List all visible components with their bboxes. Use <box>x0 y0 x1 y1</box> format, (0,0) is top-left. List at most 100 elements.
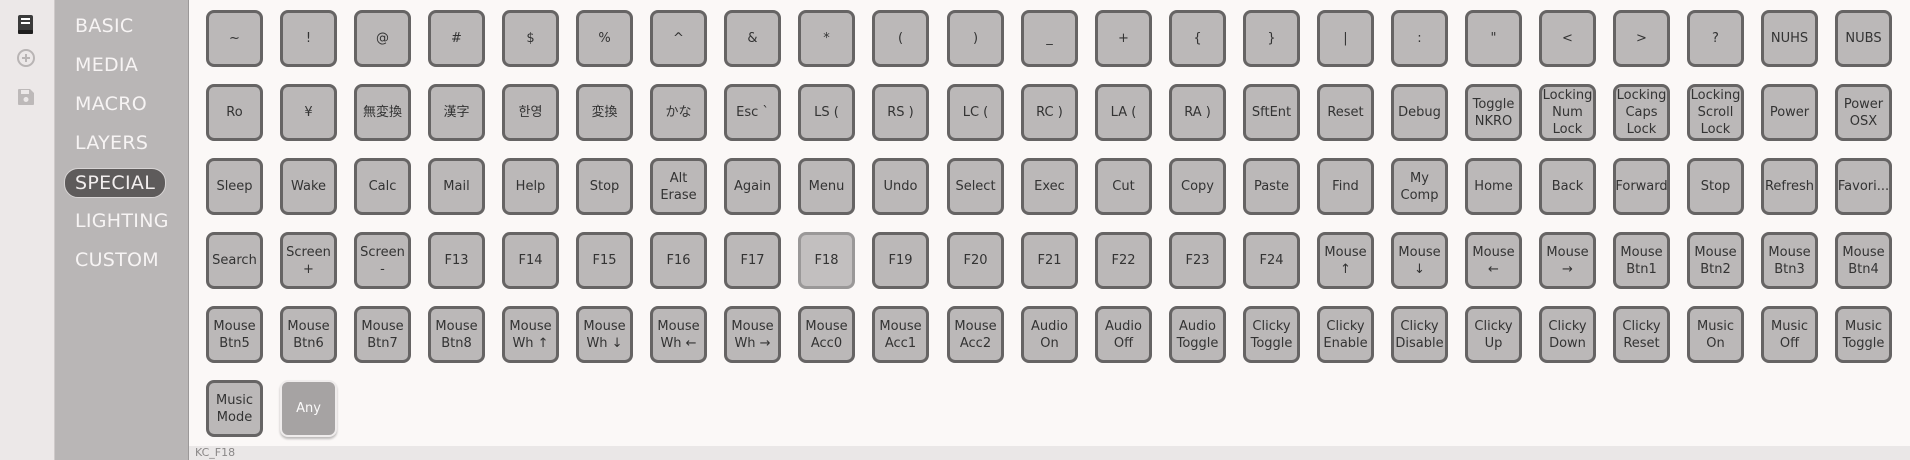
category-basic[interactable]: BASIC <box>65 12 143 40</box>
key-ro[interactable]: Ro <box>206 84 263 141</box>
key-mouse-wh-↓[interactable]: Mouse Wh ↓ <box>576 306 633 363</box>
key-f23[interactable]: F23 <box>1169 232 1226 289</box>
key-^[interactable]: ^ <box>650 10 707 67</box>
key-f22[interactable]: F22 <box>1095 232 1152 289</box>
key-変換[interactable]: 変換 <box>576 84 633 141</box>
category-special[interactable]: SPECIAL <box>64 168 167 198</box>
category-macro[interactable]: MACRO <box>65 90 157 118</box>
key-audio-toggle[interactable]: Audio Toggle <box>1169 306 1226 363</box>
key-favori...[interactable]: Favori... <box>1835 158 1892 215</box>
key-f18[interactable]: F18 <box>798 232 855 289</box>
key-stop[interactable]: Stop <box>1687 158 1744 215</box>
key-)[interactable]: ) <box>947 10 1004 67</box>
key-lc-([interactable]: LC ( <box>947 84 1004 141</box>
key-clicky-down[interactable]: Clicky Down <box>1539 306 1596 363</box>
key-$[interactable]: $ <box>502 10 559 67</box>
key-+[interactable]: + <box>1095 10 1152 67</box>
key-exec[interactable]: Exec <box>1021 158 1078 215</box>
key-undo[interactable]: Undo <box>872 158 929 215</box>
category-custom[interactable]: CUSTOM <box>65 246 169 274</box>
key-locking-num-lock[interactable]: Locking Num Lock <box>1539 84 1596 141</box>
key-f17[interactable]: F17 <box>724 232 781 289</box>
key-mouse-btn2[interactable]: Mouse Btn2 <box>1687 232 1744 289</box>
key-#[interactable]: # <box>428 10 485 67</box>
key-music-toggle[interactable]: Music Toggle <box>1835 306 1892 363</box>
key-:[interactable]: : <box>1391 10 1448 67</box>
key-mouse-acc2[interactable]: Mouse Acc2 <box>947 306 1004 363</box>
key-mouse-←[interactable]: Mouse ← <box>1465 232 1522 289</box>
key-any[interactable]: Any <box>280 380 337 437</box>
category-layers[interactable]: LAYERS <box>65 129 158 157</box>
key-f21[interactable]: F21 <box>1021 232 1078 289</box>
key-@[interactable]: @ <box>354 10 411 67</box>
key-mouse-btn5[interactable]: Mouse Btn5 <box>206 306 263 363</box>
key-mouse-btn1[interactable]: Mouse Btn1 <box>1613 232 1670 289</box>
key-power-osx[interactable]: Power OSX <box>1835 84 1892 141</box>
key-rc-)[interactable]: RC ) <box>1021 84 1078 141</box>
key-"[interactable]: " <box>1465 10 1522 67</box>
add-circle-icon[interactable] <box>15 47 37 69</box>
key-f13[interactable]: F13 <box>428 232 485 289</box>
key-clicky-enable[interactable]: Clicky Enable <box>1317 306 1374 363</box>
key-clicky-up[interactable]: Clicky Up <box>1465 306 1522 363</box>
key-mouse-wh-→[interactable]: Mouse Wh → <box>724 306 781 363</box>
key-screen-+[interactable]: Screen + <box>280 232 337 289</box>
key-~[interactable]: ~ <box>206 10 263 67</box>
key-_[interactable]: _ <box>1021 10 1078 67</box>
key-f24[interactable]: F24 <box>1243 232 1300 289</box>
key-f20[interactable]: F20 <box>947 232 1004 289</box>
key-mouse-wh-←[interactable]: Mouse Wh ← <box>650 306 707 363</box>
category-lighting[interactable]: LIGHTING <box>65 207 179 235</box>
key-clicky-disable[interactable]: Clicky Disable <box>1391 306 1448 363</box>
key-menu[interactable]: Menu <box>798 158 855 215</box>
key-paste[interactable]: Paste <box>1243 158 1300 215</box>
key-locking-scroll-lock[interactable]: Locking Scroll Lock <box>1687 84 1744 141</box>
category-media[interactable]: MEDIA <box>65 51 148 79</box>
key-mail[interactable]: Mail <box>428 158 485 215</box>
key-}[interactable]: } <box>1243 10 1300 67</box>
key-reset[interactable]: Reset <box>1317 84 1374 141</box>
key-mouse-wh-↑[interactable]: Mouse Wh ↑ <box>502 306 559 363</box>
key-locking-caps-lock[interactable]: Locking Caps Lock <box>1613 84 1670 141</box>
key-forward[interactable]: Forward <box>1613 158 1670 215</box>
key-audio-off[interactable]: Audio Off <box>1095 306 1152 363</box>
key-toggle-nkro[interactable]: Toggle NKRO <box>1465 84 1522 141</box>
key-*[interactable]: * <box>798 10 855 67</box>
key-nuhs[interactable]: NUHS <box>1761 10 1818 67</box>
key-home[interactable]: Home <box>1465 158 1522 215</box>
key-f19[interactable]: F19 <box>872 232 929 289</box>
key-debug[interactable]: Debug <box>1391 84 1448 141</box>
key-([interactable]: ( <box>872 10 929 67</box>
key-mouse-↑[interactable]: Mouse ↑ <box>1317 232 1374 289</box>
key-%[interactable]: % <box>576 10 633 67</box>
key-&[interactable]: & <box>724 10 781 67</box>
save-icon[interactable] <box>15 86 37 108</box>
key-clicky-toggle[interactable]: Clicky Toggle <box>1243 306 1300 363</box>
key-mouse-acc1[interactable]: Mouse Acc1 <box>872 306 929 363</box>
key-漢字[interactable]: 漢字 <box>428 84 485 141</box>
key-mouse-→[interactable]: Mouse → <box>1539 232 1596 289</box>
key-calc[interactable]: Calc <box>354 158 411 215</box>
key-f15[interactable]: F15 <box>576 232 633 289</box>
key-audio-on[interactable]: Audio On <box>1021 306 1078 363</box>
key-sftent[interactable]: SftEnt <box>1243 84 1300 141</box>
key-mouse-btn3[interactable]: Mouse Btn3 <box>1761 232 1818 289</box>
key-back[interactable]: Back <box>1539 158 1596 215</box>
key-clicky-reset[interactable]: Clicky Reset <box>1613 306 1670 363</box>
key-nubs[interactable]: NUBS <box>1835 10 1892 67</box>
key-f14[interactable]: F14 <box>502 232 559 289</box>
key-|[interactable]: | <box>1317 10 1374 67</box>
key-かな[interactable]: かな <box>650 84 707 141</box>
key-stop[interactable]: Stop <box>576 158 633 215</box>
key-esc-`[interactable]: Esc ` <box>724 84 781 141</box>
key-{[interactable]: { <box>1169 10 1226 67</box>
key-cut[interactable]: Cut <box>1095 158 1152 215</box>
key-ra-)[interactable]: RA ) <box>1169 84 1226 141</box>
key-ls-([interactable]: LS ( <box>798 84 855 141</box>
key-help[interactable]: Help <box>502 158 559 215</box>
key-screen--[interactable]: Screen - <box>354 232 411 289</box>
key-mouse-btn4[interactable]: Mouse Btn4 <box>1835 232 1892 289</box>
key-?[interactable]: ? <box>1687 10 1744 67</box>
key-sleep[interactable]: Sleep <box>206 158 263 215</box>
key-copy[interactable]: Copy <box>1169 158 1226 215</box>
